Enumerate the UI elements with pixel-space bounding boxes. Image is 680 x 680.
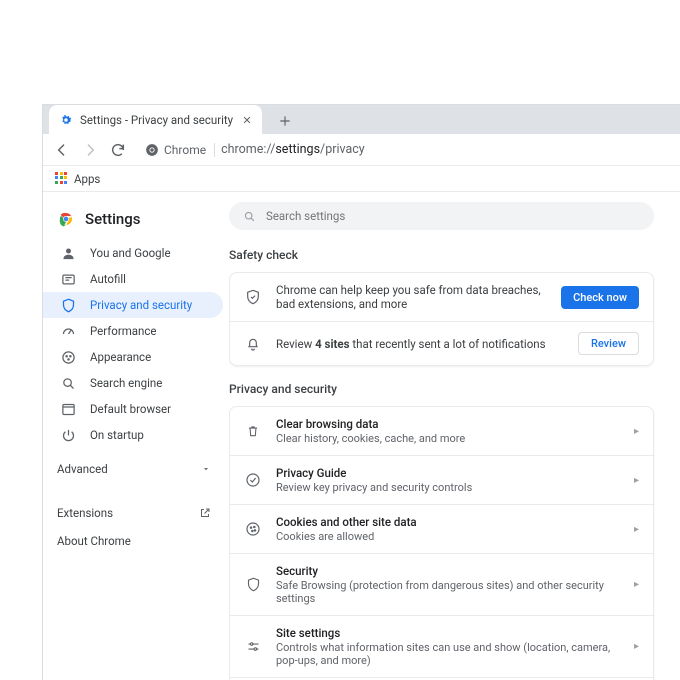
search-icon [243, 210, 256, 223]
sidebar-item-label: Default browser [90, 402, 171, 416]
chevron-right-icon: ▸ [634, 579, 639, 590]
extensions-label: Extensions [57, 506, 113, 520]
privacy-security-heading: Privacy and security [229, 382, 654, 396]
about-label: About Chrome [57, 534, 131, 548]
row-sub: Cookies are allowed [276, 530, 620, 543]
url-text: chrome://settings/privacy [221, 142, 365, 157]
sidebar-item-you-and-google[interactable]: You and Google [43, 240, 223, 266]
shield-icon [61, 298, 76, 313]
review-button[interactable]: Review [578, 332, 639, 355]
clear-browsing-data-row[interactable]: Clear browsing dataClear history, cookie… [230, 407, 653, 455]
browser-tab[interactable]: Settings - Privacy and security [49, 105, 262, 134]
power-icon [61, 428, 76, 443]
chrome-logo-icon [57, 210, 75, 228]
chevron-right-icon: ▸ [634, 524, 639, 535]
sidebar-item-autofill[interactable]: Autofill [43, 266, 223, 292]
safety-check-row: Chrome can help keep you safe from data … [230, 273, 653, 321]
row-title: Site settings [276, 626, 620, 640]
row-sub: Review key privacy and security controls [276, 481, 620, 494]
sidebar-item-label: Appearance [90, 350, 151, 364]
settings-title: Settings [85, 210, 141, 228]
security-row[interactable]: SecuritySafe Browsing (protection from d… [230, 553, 653, 615]
gear-icon [59, 113, 73, 127]
apps-icon [55, 172, 69, 186]
row-title: Cookies and other site data [276, 515, 620, 529]
row-title: Clear browsing data [276, 417, 620, 431]
person-icon [61, 246, 76, 261]
sidebar-item-label: Performance [90, 324, 157, 338]
bell-icon [244, 335, 262, 353]
search-settings-box[interactable] [229, 202, 654, 230]
notification-review-row: Review 4 sites that recently sent a lot … [230, 321, 653, 365]
apps-shortcut[interactable]: Apps [51, 170, 104, 188]
sidebar-item-search-engine[interactable]: Search engine [43, 370, 223, 396]
check-now-button[interactable]: Check now [561, 286, 639, 309]
shield-check-icon [244, 288, 262, 306]
chevron-down-icon [201, 464, 211, 474]
chrome-chip-label: Chrome [164, 143, 206, 157]
apps-label: Apps [74, 172, 100, 186]
sidebar-extensions-link[interactable]: Extensions [43, 498, 229, 526]
row-sub: Safe Browsing (protection from dangerous… [276, 579, 620, 605]
sidebar-advanced-toggle[interactable]: Advanced [43, 448, 229, 482]
safety-check-card: Chrome can help keep you safe from data … [229, 272, 654, 366]
address-bar[interactable]: Chrome chrome://settings/privacy [137, 138, 674, 162]
palette-icon [61, 350, 76, 365]
privacy-security-card: Clear browsing dataClear history, cookie… [229, 406, 654, 680]
row-sub: Controls what information sites can use … [276, 641, 620, 667]
sidebar-item-label: Autofill [90, 272, 126, 286]
search-settings-input[interactable] [266, 209, 640, 223]
privacy-guide-row[interactable]: Privacy GuideReview key privacy and secu… [230, 455, 653, 504]
checklist-icon [244, 471, 262, 489]
sidebar-item-default-browser[interactable]: Default browser [43, 396, 223, 422]
row-title: Privacy Guide [276, 466, 620, 480]
shield-icon [244, 576, 262, 594]
sidebar-item-privacy-security[interactable]: Privacy and security [43, 292, 223, 318]
chevron-right-icon: ▸ [634, 426, 639, 437]
browser-icon [61, 402, 76, 417]
reload-button[interactable] [105, 137, 131, 163]
row-sub: Clear history, cookies, cache, and more [276, 432, 620, 445]
sidebar-item-on-startup[interactable]: On startup [43, 422, 223, 448]
autofill-icon [61, 272, 76, 287]
cookie-icon [244, 520, 262, 538]
safety-check-heading: Safety check [229, 248, 654, 262]
sidebar-item-label: Privacy and security [90, 298, 192, 312]
notification-review-text: Review 4 sites that recently sent a lot … [276, 337, 564, 351]
sidebar-item-performance[interactable]: Performance [43, 318, 223, 344]
forward-button[interactable] [77, 137, 103, 163]
search-icon [61, 376, 76, 391]
site-settings-row[interactable]: Site settingsControls what information s… [230, 615, 653, 677]
sidebar-item-appearance[interactable]: Appearance [43, 344, 223, 370]
safety-check-text: Chrome can help keep you safe from data … [276, 283, 547, 311]
advanced-label: Advanced [57, 462, 108, 476]
sidebar-item-label: Search engine [90, 376, 162, 390]
close-icon[interactable] [240, 113, 254, 127]
trash-icon [244, 422, 262, 440]
tab-title: Settings - Privacy and security [80, 113, 233, 127]
cookies-row[interactable]: Cookies and other site dataCookies are a… [230, 504, 653, 553]
back-button[interactable] [49, 137, 75, 163]
new-tab-button[interactable] [272, 108, 298, 134]
sidebar-about-chrome-link[interactable]: About Chrome [43, 526, 229, 554]
sidebar-item-label: On startup [90, 428, 144, 442]
chevron-right-icon: ▸ [634, 475, 639, 486]
sliders-icon [244, 638, 262, 656]
sidebar-item-label: You and Google [90, 246, 171, 260]
speedometer-icon [61, 324, 76, 339]
chrome-chip: Chrome [145, 143, 215, 157]
chevron-right-icon: ▸ [634, 641, 639, 652]
row-title: Security [276, 564, 620, 578]
open-in-new-icon [199, 507, 211, 519]
